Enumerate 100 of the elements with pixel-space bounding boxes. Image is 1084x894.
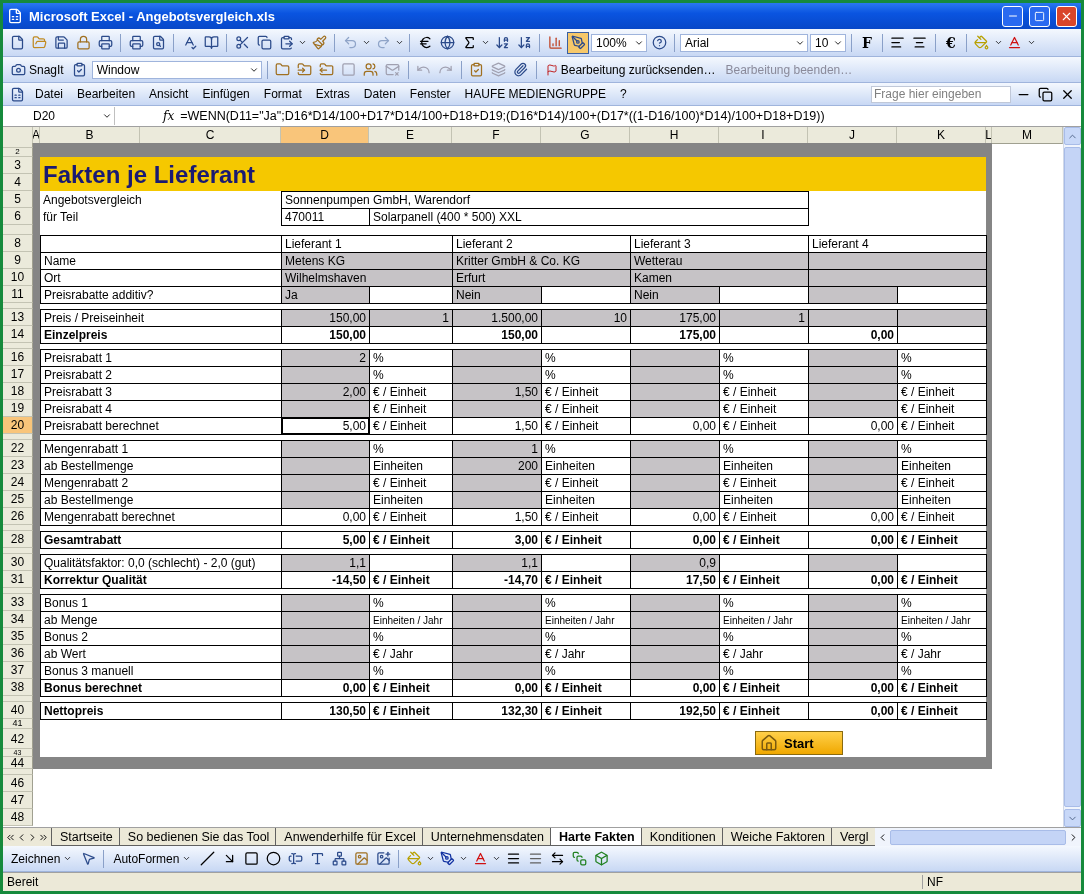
sheet-tab[interactable]: Anwenderhilfe für Excel [275,828,422,846]
row-header[interactable]: 35 [3,628,33,645]
autoshapes-button[interactable]: AutoFormen [109,851,196,866]
row-header[interactable]: 3 [3,157,33,174]
drawing-icon[interactable] [567,31,589,54]
table-cell: % [897,349,987,367]
row-header[interactable]: 16 [3,349,33,366]
snagit-button[interactable]: SnagIt [7,62,68,77]
row-header[interactable]: 8 [3,235,33,252]
row-header[interactable]: 25 [3,491,33,508]
row-header[interactable]: 40 [3,702,33,719]
row-header[interactable]: 46 [3,775,33,792]
caret-icon[interactable] [459,854,469,863]
caret-icon[interactable] [481,38,490,47]
table-cell: Solarpanell (400 * 500) XXL [369,208,809,226]
menu-item[interactable]: ? [613,87,633,101]
menu-item[interactable]: Einfügen [196,87,256,101]
menu-item[interactable]: Format [257,87,308,101]
row-header[interactable]: 31 [3,571,33,588]
table-cell: 1 [719,309,809,327]
close-button[interactable] [1056,5,1077,27]
horizontal-scrollbar[interactable] [874,828,1081,846]
maximize-icon [1034,10,1045,22]
menu-item[interactable]: Ansicht [143,87,195,101]
row-header[interactable]: 4 [3,174,33,191]
caret-icon[interactable] [102,111,112,121]
row-header[interactable]: 17 [3,366,33,383]
name-box[interactable]: D20 [3,107,115,125]
row-header[interactable]: 47 [3,792,33,809]
caret-icon[interactable] [993,38,1003,47]
row-header[interactable]: 38 [3,679,33,696]
row-header[interactable]: 2 [3,148,33,157]
menu-item[interactable]: Extras [309,87,356,101]
row-header[interactable]: 26 [3,508,33,525]
start-button[interactable]: Start [755,731,843,755]
caret-icon[interactable] [362,38,371,47]
table-cell: 175,00 [630,309,720,327]
row-header[interactable]: 41 [3,719,33,729]
capture-mode-select[interactable]: Window [91,60,262,79]
currency-button[interactable]: € [940,34,961,51]
row-header[interactable]: 5 [3,191,33,208]
row-header[interactable]: 18 [3,383,33,400]
status-text: Bereit [7,875,40,889]
caret-icon[interactable] [492,854,502,863]
row-header[interactable]: 48 [3,809,33,826]
spreadsheet-icon [7,8,23,24]
row-header[interactable]: 20 [3,417,33,434]
row-header[interactable]: 22 [3,440,33,457]
sheet-tab[interactable]: Unternehmensdaten [421,828,550,846]
menu-item[interactable]: Daten [357,87,402,101]
sheet-tab[interactable]: Konditionen [640,828,722,846]
formula-field[interactable]: =WENN(D11="Ja";D16*D14/100+D17*D14/100+D18+D19;(D16*D14)/100+(D17*((1-D16/100)*D14)/100+D18+D19)) [180,109,825,123]
maximize-button[interactable] [1029,5,1050,27]
table-cell: Einzelpreis [40,326,282,344]
font-size-select[interactable]: 10 [810,33,846,52]
sheet-tab[interactable]: Vergl [831,828,875,846]
table-cell: 130,50 [281,702,370,720]
row-header[interactable]: 9 [3,252,33,269]
table-cell: 0,00 [630,531,720,549]
caret-icon[interactable] [395,38,404,47]
table-cell: Korrektur Qualität [40,571,282,589]
row-header[interactable]: 19 [3,400,33,417]
menu-item[interactable]: Datei [29,87,69,101]
table-cell: Preisrabatt berechnet [40,417,282,435]
row-header[interactable]: 37 [3,662,33,679]
caret-icon[interactable] [1026,38,1036,47]
draw-menu-button[interactable]: Zeichnen [7,851,77,866]
zoom-select[interactable]: 100% [591,33,647,52]
row-header[interactable]: 23 [3,457,33,474]
row-header[interactable]: 42 [3,729,33,749]
row-header[interactable]: 30 [3,554,33,571]
row-header[interactable]: 44 [3,757,33,769]
sheet-tab[interactable]: So bedienen Sie das Tool [118,828,276,846]
menu-item[interactable]: Bearbeiten [71,87,142,101]
row-header[interactable]: 14 [3,326,33,343]
font-select[interactable]: Arial [680,33,808,52]
function-button[interactable]: fx [163,109,175,123]
row-header[interactable]: 11 [3,286,33,303]
row-header[interactable]: 24 [3,474,33,491]
review-button[interactable]: Bearbeitung zurücksenden… [541,62,720,77]
column-header[interactable]: M [992,127,1063,144]
sheet-tab[interactable]: Startseite [51,828,119,846]
row-header[interactable]: 36 [3,645,33,662]
table-cell: 1,1 [452,554,542,572]
row-header[interactable]: 13 [3,309,33,326]
table-cell: € / Einheit [897,571,987,589]
sheet-tab[interactable]: Weiche Faktoren [721,828,831,846]
row-header[interactable]: 28 [3,531,33,548]
caret-icon[interactable] [426,854,436,863]
menu-item[interactable]: Fenster [403,87,457,101]
minimize-button[interactable] [1002,5,1023,27]
row-header[interactable]: 6 [3,208,33,225]
row-header[interactable]: 10 [3,269,33,286]
sheet-tab[interactable]: Harte Fakten [549,828,641,846]
bold-button[interactable]: F [857,34,877,51]
caret-icon[interactable] [298,38,307,47]
row-header[interactable]: 34 [3,611,33,628]
row-header[interactable]: 33 [3,594,33,611]
help-search-field[interactable]: Frage hier eingeben [871,85,1011,103]
menu-item[interactable]: HAUFE MEDIENGRUPPE [458,87,612,101]
